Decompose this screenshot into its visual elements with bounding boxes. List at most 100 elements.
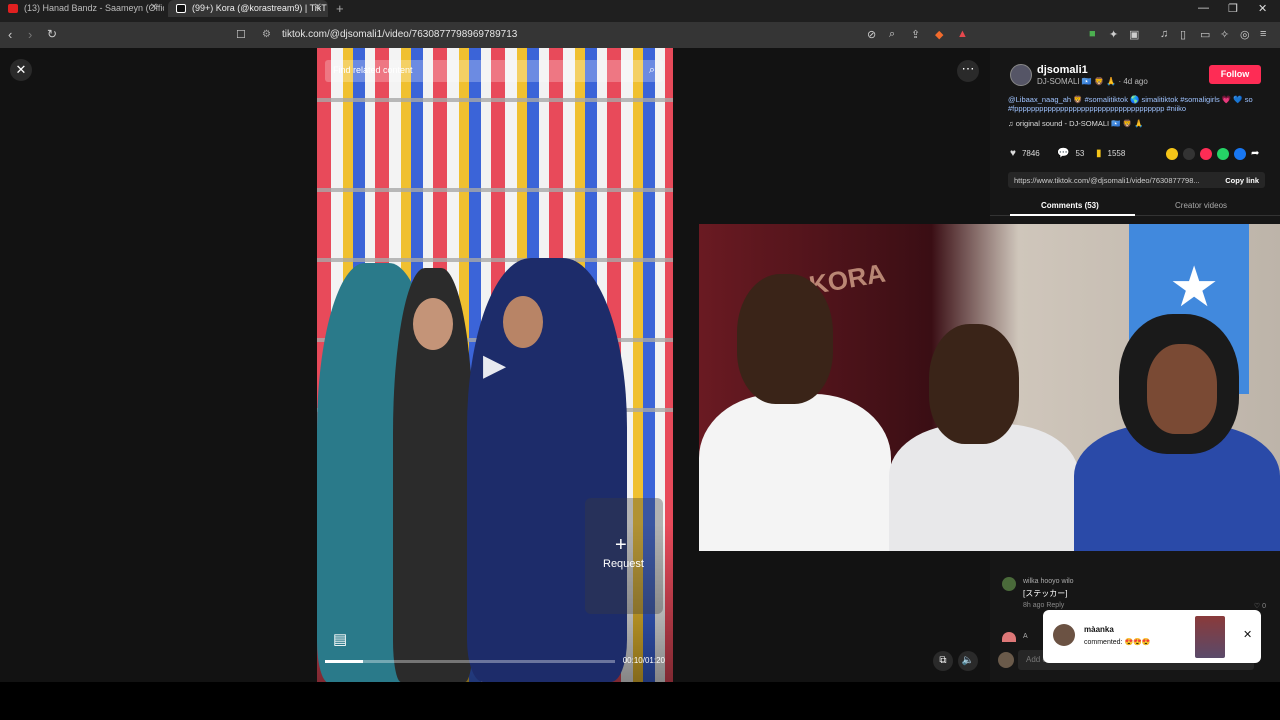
more-options-icon[interactable]: ⋯ (957, 60, 979, 82)
whatsapp-icon[interactable] (1217, 148, 1229, 160)
author-username[interactable]: djsomali1 (1037, 64, 1088, 76)
original-sound-link[interactable]: ♫ original sound - DJ-SOMALI 🇸🇴 🦁 🙏 (1008, 119, 1143, 128)
heart-icon[interactable]: ♥ (1010, 148, 1016, 159)
video-description: @Libaax_naag_ah 🦁 #somalitiktok 🌎 simali… (1008, 95, 1253, 113)
bookmark-icon[interactable]: ▮ (1096, 148, 1102, 159)
head (929, 324, 1019, 444)
comment-icon[interactable]: 💬 (1057, 148, 1069, 159)
share-link[interactable]: https://www.tiktok.com/@djsomali1/video/… (1014, 176, 1210, 185)
close-notification-icon[interactable]: ✕ (1243, 628, 1252, 641)
menu-icon[interactable]: ≡ (1260, 28, 1266, 40)
address-bar-row: ‹ › ↻ ☐ ⚙ tiktok.com/@djsomali1/video/76… (0, 22, 1280, 48)
minimize-icon[interactable]: — (1198, 2, 1209, 14)
save-count: 1558 (1107, 149, 1126, 158)
face (503, 296, 543, 348)
site-info-icon[interactable]: ⚙ (262, 29, 271, 40)
shelf-line (317, 98, 673, 102)
bookmark-icon[interactable]: ☐ (236, 28, 246, 41)
bottom-strip (0, 682, 1280, 720)
zoom-icon[interactable]: ⌕ (889, 28, 895, 41)
brave-shield-icon[interactable]: ◆ (935, 28, 943, 41)
extensions-icon[interactable]: ✦ (1109, 28, 1118, 41)
reload-icon[interactable]: ↻ (47, 27, 57, 41)
video-player[interactable]: Find related content ⌕ ▶ + Request ▤ 00:… (317, 48, 673, 682)
video-progress-fill (325, 660, 363, 663)
related-search-placeholder: Find related content (333, 65, 413, 75)
extension-sheets-icon[interactable]: ■ (1089, 28, 1096, 40)
rewards-icon[interactable]: ▲ (957, 28, 968, 40)
send-friends-icon[interactable] (1200, 148, 1212, 160)
plus-icon[interactable]: + (615, 534, 627, 557)
tab-title: (13) Hanad Bandz - Saameyn (Officia (24, 3, 164, 13)
play-icon[interactable]: ▶ (483, 348, 506, 383)
wallet-icon[interactable]: ▭ (1200, 28, 1210, 41)
face (1147, 344, 1217, 434)
comment-count: 53 (1075, 149, 1085, 158)
save-stat[interactable]: ▮ 1558 (1096, 148, 1125, 159)
like-stat[interactable]: ♥ 7846 (1010, 148, 1040, 159)
commenter-avatar[interactable] (1002, 577, 1016, 591)
copy-link-button[interactable]: Copy link (1225, 176, 1259, 185)
comment-meta[interactable]: 8h ago Reply (1023, 602, 1064, 609)
person-navy (467, 258, 627, 682)
close-tab-icon[interactable]: ✕ (314, 0, 322, 16)
tab-title: (99+) Kora (@korastream9) | TikT (192, 3, 327, 13)
embed-icon[interactable] (1183, 148, 1195, 160)
reader-icon[interactable]: ⊘ (867, 28, 876, 41)
close-tab-icon[interactable]: ✕ (150, 0, 158, 16)
url-field[interactable]: tiktok.com/@djsomali1/video/763087779896… (282, 29, 517, 40)
pip-icon[interactable]: ⧉ (933, 651, 953, 671)
back-icon[interactable]: ‹ (8, 27, 12, 42)
notification-thumbnail[interactable] (1195, 616, 1225, 658)
leo-ai-icon[interactable]: ✧ (1220, 28, 1229, 41)
comment-notification[interactable]: màanka commented: 😍😍😍 ✕ (1043, 610, 1261, 663)
screenshot-icon[interactable]: ▣ (1129, 28, 1139, 41)
maximize-icon[interactable]: ❐ (1228, 2, 1238, 15)
webcam-overlay: ★ KORA (699, 224, 1280, 551)
comment-like-count: 0 (1262, 603, 1266, 610)
person-white-shirt (699, 394, 891, 551)
face (413, 298, 453, 350)
share-link-box: https://www.tiktok.com/@djsomali1/video/… (1008, 172, 1265, 188)
tab-youtube[interactable]: (13) Hanad Bandz - Saameyn (Officia ✕ (0, 0, 164, 17)
heart-icon[interactable]: ♡ (1254, 603, 1262, 610)
document-icon[interactable]: ▤ (333, 630, 347, 648)
close-video-icon[interactable]: ✕ (10, 59, 32, 81)
forward-icon[interactable]: › (28, 27, 32, 42)
youtube-icon (8, 4, 18, 13)
search-icon[interactable]: ⌕ (649, 64, 655, 77)
star-icon: ★ (1169, 255, 1220, 318)
close-window-icon[interactable]: ✕ (1258, 2, 1267, 15)
comment-text: [ステッカー] (1023, 589, 1068, 598)
share-page-icon[interactable]: ⇪ (911, 28, 920, 41)
comment-stat[interactable]: 💬 53 (1057, 148, 1084, 159)
tab-creator-videos[interactable]: Creator videos (1175, 201, 1227, 210)
head (737, 274, 833, 404)
author-avatar[interactable] (1010, 64, 1032, 86)
commenter-name[interactable]: A (1023, 633, 1028, 640)
volume-icon[interactable]: 🔈 (958, 651, 978, 671)
facebook-icon[interactable] (1234, 148, 1246, 160)
notification-avatar (1053, 624, 1075, 646)
my-avatar (998, 652, 1014, 668)
tab-comments[interactable]: Comments (53) (1041, 201, 1099, 210)
tiktok-icon (176, 4, 186, 13)
related-search-bar[interactable]: Find related content ⌕ (325, 60, 663, 82)
comment-like[interactable]: ♡ 0 (1254, 602, 1266, 610)
media-icon[interactable]: ♫ (1160, 28, 1168, 40)
tab-tiktok[interactable]: (99+) Kora (@korastream9) | TikT ✕ (168, 0, 328, 17)
commenter-name[interactable]: wilka hooyo wilo (1023, 578, 1074, 585)
commenter-avatar[interactable] (1002, 632, 1016, 642)
share-coin-icon[interactable] (1166, 148, 1178, 160)
new-tab-icon[interactable]: + (336, 1, 344, 16)
video-progress-bar[interactable] (325, 660, 615, 663)
sidebar-icon[interactable]: ▯ (1180, 28, 1186, 41)
author-subline: DJ-SOMALI 🇸🇴 🦁 🙏 · 4d ago (1037, 77, 1148, 86)
vpn-icon[interactable]: ◎ (1240, 28, 1250, 41)
share-arrow-icon[interactable]: ➦ (1251, 148, 1263, 160)
browser-tab-bar: (13) Hanad Bandz - Saameyn (Officia ✕ (9… (0, 0, 1280, 22)
active-tab-indicator (1010, 214, 1135, 216)
follow-button[interactable]: Follow (1209, 65, 1261, 84)
notification-user: màanka (1084, 625, 1114, 634)
request-label[interactable]: Request (603, 558, 644, 570)
